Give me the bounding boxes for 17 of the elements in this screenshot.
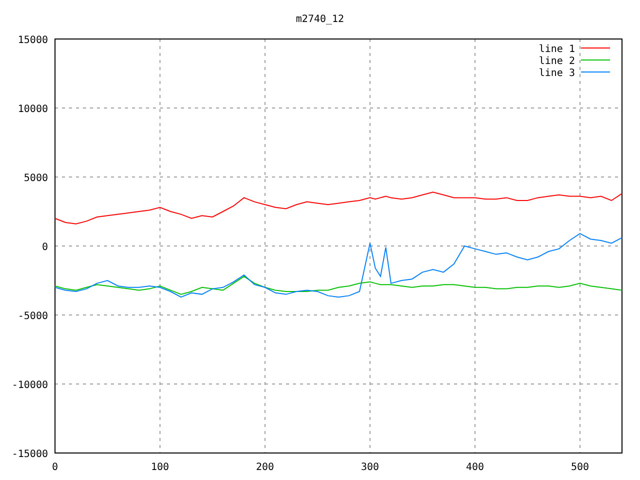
axis-tick-label: -5000 <box>18 311 48 322</box>
legend-label: line 2 <box>538 56 575 67</box>
axis-tick-label: 15000 <box>18 35 48 46</box>
axis-tick-label: 10000 <box>18 104 48 115</box>
axis-tick-label: 400 <box>466 462 484 473</box>
axis-tick-label: 200 <box>256 462 274 473</box>
axis-tick-label: -10000 <box>12 380 48 391</box>
axis-tick-label: 0 <box>52 462 58 473</box>
legend-label: line 3 <box>538 68 575 79</box>
axis-tick-label: 100 <box>150 462 170 473</box>
axis-tick-label: 5000 <box>24 173 48 184</box>
axis-tick-label: 500 <box>570 462 590 473</box>
axis-tick-label: 0 <box>42 242 48 253</box>
axis-tick-label: -15000 <box>12 449 48 460</box>
axis-tick-label: 300 <box>360 462 380 473</box>
chart-title: m2740_12 <box>296 14 344 25</box>
legend-label: line 1 <box>538 44 575 55</box>
